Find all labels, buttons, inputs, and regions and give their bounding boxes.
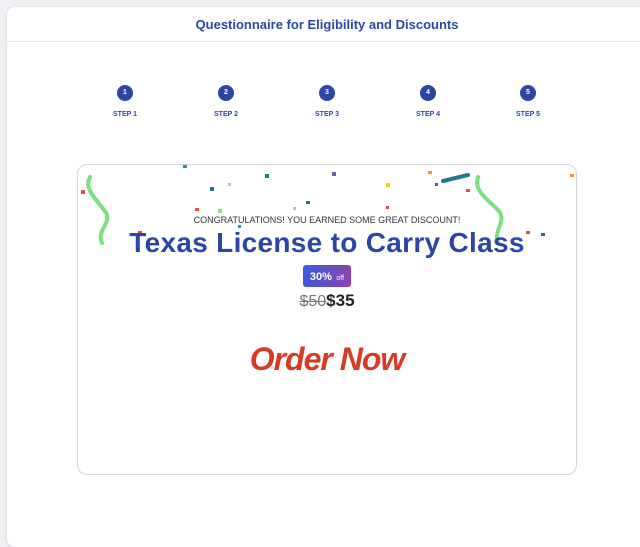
step-4-label: STEP 4 bbox=[416, 111, 440, 118]
step-4[interactable]: 4 STEP 4 bbox=[398, 85, 458, 118]
step-4-circle: 4 bbox=[420, 85, 436, 101]
step-1-circle: 1 bbox=[117, 85, 133, 101]
step-2-circle: 2 bbox=[218, 85, 234, 101]
old-price: $50 bbox=[299, 293, 327, 310]
discount-suffix: off bbox=[336, 275, 345, 282]
step-1[interactable]: 1 STEP 1 bbox=[95, 85, 155, 118]
card-header: Questionnaire for Eligibility and Discou… bbox=[7, 7, 640, 42]
step-5-label: STEP 5 bbox=[516, 111, 540, 118]
price-row: $50$35 bbox=[78, 291, 576, 311]
step-3-label: STEP 3 bbox=[315, 111, 339, 118]
step-5-circle: 5 bbox=[520, 85, 536, 101]
step-1-label: STEP 1 bbox=[113, 111, 137, 118]
discount-badge: 30% off bbox=[303, 265, 351, 287]
discount-panel: CONGRATULATIONS! YOU EARNED SOME GREAT D… bbox=[77, 164, 577, 475]
step-3-circle: 3 bbox=[319, 85, 335, 101]
page-title: Questionnaire for Eligibility and Discou… bbox=[195, 17, 459, 32]
confetti-decoration bbox=[81, 165, 574, 250]
questionnaire-card: Questionnaire for Eligibility and Discou… bbox=[7, 7, 640, 547]
new-price: $35 bbox=[326, 291, 355, 310]
order-now-button[interactable]: Order Now bbox=[78, 341, 576, 378]
step-5[interactable]: 5 STEP 5 bbox=[498, 85, 558, 118]
discount-percent: 30% bbox=[309, 271, 332, 283]
course-title: Texas License to Carry Class bbox=[129, 227, 525, 258]
step-2[interactable]: 2 STEP 2 bbox=[196, 85, 256, 118]
step-progress: 1 STEP 1 2 STEP 2 3 STEP 3 4 STEP 4 5 ST… bbox=[7, 85, 640, 125]
step-2-label: STEP 2 bbox=[214, 111, 238, 118]
congrats-message: CONGRATULATIONS! YOU EARNED SOME GREAT D… bbox=[193, 215, 461, 225]
step-3[interactable]: 3 STEP 3 bbox=[297, 85, 357, 118]
